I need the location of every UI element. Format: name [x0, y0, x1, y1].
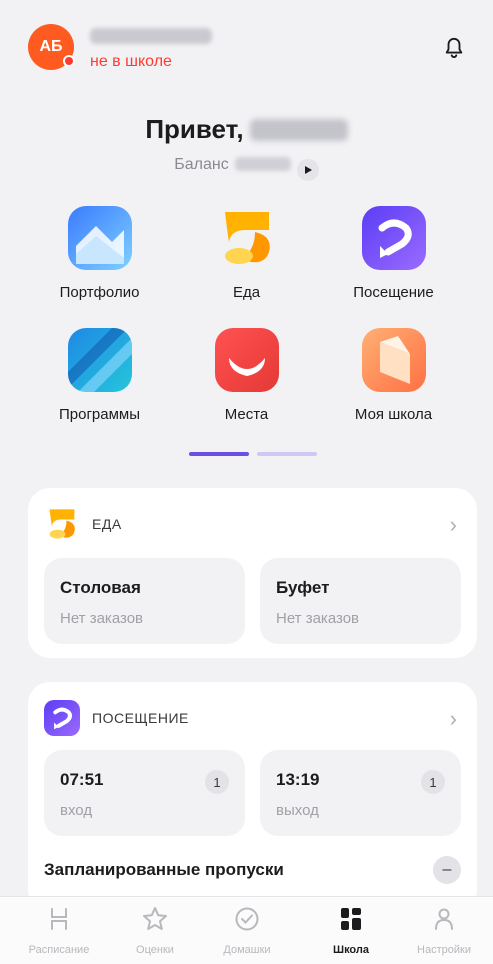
food-card-header[interactable]: ЕДА › [44, 506, 461, 544]
buffet-title: Буфет [276, 578, 330, 597]
tab-label: Школа [333, 944, 369, 956]
exit-count-badge: 1 [421, 770, 445, 794]
my-school-icon [361, 328, 426, 392]
card-title: ПОСЕЩЕНИЕ [92, 710, 189, 726]
page-dot-active[interactable] [189, 452, 249, 456]
exit-time: 13:19 [276, 770, 320, 789]
programs-icon [67, 328, 132, 392]
play-icon[interactable] [296, 159, 319, 181]
service-label: Места [224, 406, 269, 423]
service-portfolio[interactable]: Портфолио [26, 206, 173, 316]
tab-label: Домашки [223, 944, 271, 956]
service-label: Портфолио [59, 284, 140, 301]
tab-bar: Расписание Оценки Домашки Школа Настройк… [0, 896, 493, 964]
check-circle-icon [235, 907, 259, 931]
attendance-icon [361, 206, 426, 270]
canteen-title: Столовая [60, 578, 141, 597]
planned-absences-title: Запланированные пропуски [44, 860, 284, 879]
service-label: Еда [232, 284, 261, 301]
profile-icon [435, 908, 453, 930]
attendance-icon [44, 700, 80, 736]
balance-label: Баланс [174, 156, 229, 173]
school-grid-icon [341, 908, 361, 930]
user-name-blurred [90, 28, 212, 44]
tab-label: Расписание [28, 944, 90, 956]
entry-label: вход [60, 802, 93, 819]
service-attendance[interactable]: Посещение [320, 206, 467, 316]
page-indicator [189, 452, 319, 458]
greeting-name-blurred [249, 119, 348, 141]
portfolio-icon [67, 206, 132, 270]
tab-schedule[interactable]: Расписание [10, 905, 108, 956]
entry-tile[interactable]: 07:51 вход 1 [44, 750, 245, 836]
tab-grades[interactable]: Оценки [106, 905, 204, 956]
food-icon [215, 206, 279, 270]
chevron-right-icon[interactable]: › [450, 512, 457, 538]
collapse-icon[interactable]: – [433, 856, 461, 884]
canteen-tile[interactable]: Столовая Нет заказов [44, 558, 245, 644]
canteen-status: Нет заказов [60, 610, 144, 627]
header: АБ не в школе [22, 20, 471, 76]
tab-label: Оценки [136, 944, 174, 956]
buffet-tile[interactable]: Буфет Нет заказов [260, 558, 461, 644]
balance-row[interactable]: Баланс [0, 156, 493, 181]
food-icon [44, 506, 80, 542]
greeting: Привет, [0, 114, 493, 145]
star-icon [143, 907, 167, 930]
service-label: Моя школа [354, 406, 433, 423]
entry-time: 07:51 [60, 770, 104, 789]
card-title: ЕДА [92, 516, 122, 532]
greeting-text: Привет, [145, 114, 244, 144]
page-dot[interactable] [257, 452, 317, 456]
service-my-school[interactable]: Моя школа [320, 328, 467, 438]
avatar[interactable]: АБ [28, 24, 75, 70]
tab-settings[interactable]: Настройки [395, 905, 493, 956]
entry-count-badge: 1 [205, 770, 229, 794]
balance-value-blurred [234, 157, 291, 171]
schedule-icon [51, 908, 67, 930]
tab-label: Настройки [417, 944, 471, 956]
attendance-card[interactable]: ПОСЕЩЕНИЕ › 07:51 вход 1 13:19 выход 1 З… [28, 682, 477, 912]
buffet-status: Нет заказов [276, 610, 360, 627]
exit-label: выход [276, 802, 319, 819]
service-places[interactable]: Места [173, 328, 320, 438]
avatar-initials: АБ [39, 38, 63, 55]
service-food[interactable]: Еда [173, 206, 320, 316]
chevron-right-icon[interactable]: › [450, 706, 457, 732]
status-dot [63, 55, 75, 67]
service-label: Программы [58, 406, 141, 423]
tab-school[interactable]: Школа [302, 905, 400, 956]
user-status: не в школе [90, 53, 172, 70]
food-card[interactable]: ЕДА › Столовая Нет заказов Буфет Нет зак… [28, 488, 477, 658]
bell-icon[interactable] [443, 36, 465, 60]
service-programs[interactable]: Программы [26, 328, 173, 438]
attendance-card-header[interactable]: ПОСЕЩЕНИЕ › [44, 700, 461, 738]
service-label: Посещение [353, 284, 434, 301]
places-icon [214, 328, 279, 392]
tab-homework[interactable]: Домашки [198, 905, 296, 956]
exit-tile[interactable]: 13:19 выход 1 [260, 750, 461, 836]
